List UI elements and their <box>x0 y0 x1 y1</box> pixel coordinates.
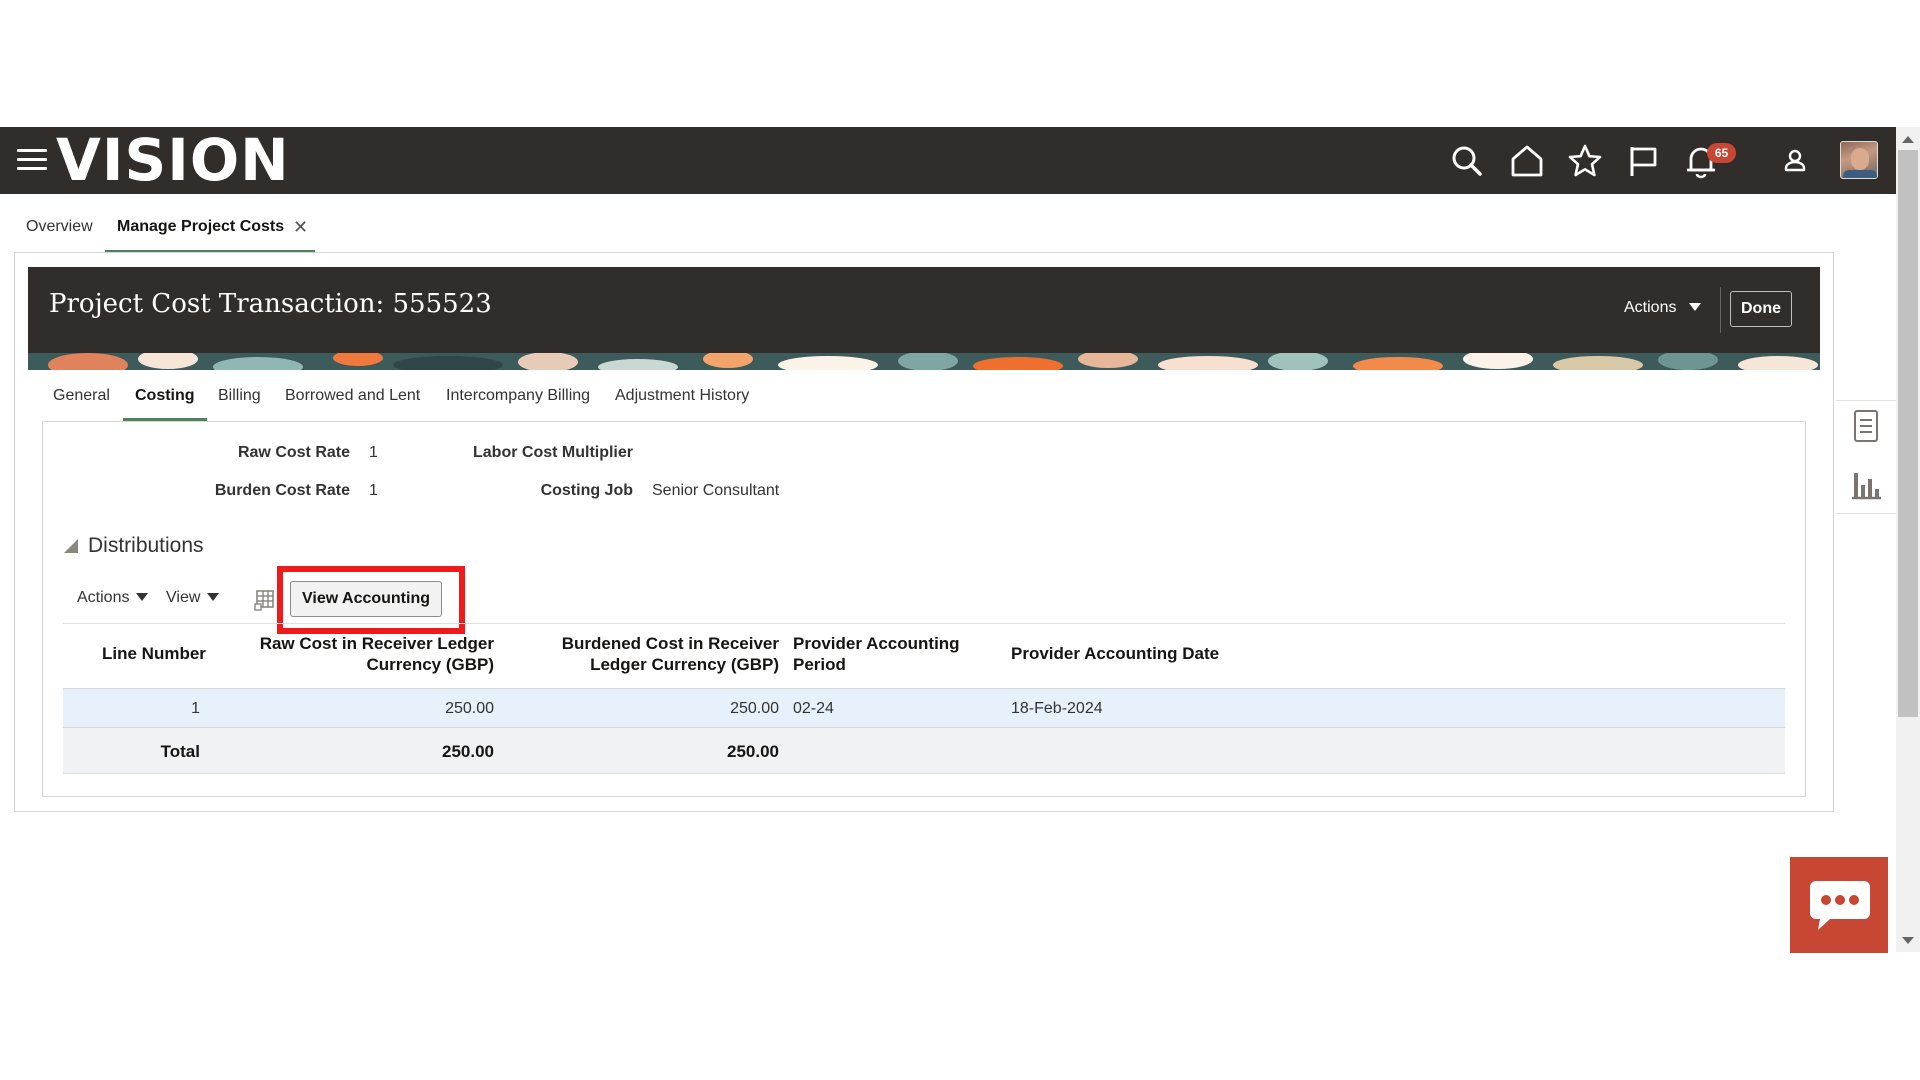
total-raw-cost: 250.00 <box>442 742 494 761</box>
costing-job-label: Costing Job <box>540 482 633 499</box>
scroll-up-arrow-icon[interactable] <box>1902 136 1914 143</box>
col-header-raw-cost-line2: Currency (GBP) <box>366 655 494 674</box>
header-actions-menu[interactable]: Actions <box>1624 299 1701 317</box>
col-header-burdened-cost-line1: Burdened Cost in Receiver <box>561 634 779 653</box>
col-header-accounting-date[interactable]: Provider Accounting Date <box>1011 643 1219 664</box>
tab-borrowed-and-lent[interactable]: Borrowed and Lent <box>285 387 420 405</box>
scroll-down-arrow-icon[interactable] <box>1902 937 1914 944</box>
favorites-star-icon[interactable] <box>1567 143 1603 179</box>
header-actions-label: Actions <box>1624 299 1677 316</box>
col-header-accounting-period[interactable]: Provider Accounting Period <box>793 633 960 675</box>
view-accounting-button[interactable]: View Accounting <box>290 581 442 617</box>
collapse-toggle-icon[interactable] <box>64 539 78 553</box>
col-header-accounting-period-line1: Provider Accounting <box>793 634 960 653</box>
raw-cost-rate-label: Raw Cost Rate <box>237 444 350 461</box>
raw-cost-rate-value: 1 <box>369 444 378 461</box>
bar-chart-icon[interactable] <box>1850 467 1882 501</box>
col-header-raw-cost[interactable]: Raw Cost in Receiver Ledger Currency (GB… <box>224 633 494 675</box>
notification-count-badge: 65 <box>1707 143 1736 163</box>
costing-job-value: Senior Consultant <box>652 482 780 499</box>
cell-burdened-cost: 250.00 <box>730 700 779 717</box>
avatar[interactable] <box>1840 141 1878 179</box>
header-divider <box>1720 287 1721 333</box>
home-icon[interactable] <box>1509 143 1545 179</box>
cell-raw-cost: 250.00 <box>445 700 494 717</box>
close-tab-icon[interactable]: ✕ <box>293 217 308 238</box>
tab-general[interactable]: General <box>53 387 110 405</box>
app-logo[interactable]: VISION <box>56 131 290 189</box>
user-icon[interactable] <box>1777 143 1813 179</box>
burden-cost-rate-value: 1 <box>369 482 378 499</box>
cell-accounting-date: 18-Feb-2024 <box>1011 700 1103 717</box>
chat-icon <box>1810 881 1870 930</box>
col-header-burdened-cost-line2: Ledger Currency (GBP) <box>590 655 779 674</box>
distributions-actions-menu[interactable]: Actions <box>77 589 149 607</box>
cell-accounting-period: 02-24 <box>793 700 834 717</box>
search-icon[interactable] <box>1449 143 1485 179</box>
table-divider <box>63 623 1785 624</box>
distributions-section-title: Distributions <box>88 534 204 557</box>
decorative-banner <box>28 353 1820 370</box>
cell-line-number: 1 <box>191 700 200 717</box>
menu-icon[interactable] <box>17 149 47 173</box>
chevron-down-icon <box>207 593 220 601</box>
tab-billing[interactable]: Billing <box>218 387 261 405</box>
table-grid-icon[interactable] <box>254 589 276 611</box>
page-title: Project Cost Transaction: 555523 <box>49 289 492 319</box>
table-total-row: Total 250.00 250.00 <box>63 728 1785 774</box>
distributions-view-label: View <box>166 589 201 606</box>
global-header: VISION 65 <box>0 127 1896 194</box>
col-header-burdened-cost[interactable]: Burdened Cost in Receiver Ledger Currenc… <box>514 633 779 675</box>
col-header-raw-cost-line1: Raw Cost in Receiver Ledger <box>259 634 494 653</box>
table-row[interactable]: 1 250.00 250.00 02-24 18-Feb-2024 <box>63 688 1785 728</box>
col-header-accounting-period-line2: Period <box>793 655 846 674</box>
chevron-down-icon <box>136 593 149 601</box>
tab-overview[interactable]: Overview <box>26 218 93 236</box>
scrollbar-thumb[interactable] <box>1898 150 1918 717</box>
col-header-line-number[interactable]: Line Number <box>102 643 206 664</box>
tab-adjustment-history[interactable]: Adjustment History <box>615 387 749 405</box>
labor-cost-multiplier-label: Labor Cost Multiplier <box>473 444 633 461</box>
distributions-view-menu[interactable]: View <box>166 589 220 607</box>
total-burdened-cost: 250.00 <box>727 742 779 761</box>
tab-costing[interactable]: Costing <box>135 387 195 405</box>
burden-cost-rate-label: Burden Cost Rate <box>214 482 350 499</box>
distributions-actions-label: Actions <box>77 589 130 606</box>
tab-manage-project-costs[interactable]: Manage Project Costs <box>117 218 284 236</box>
done-button[interactable]: Done <box>1730 291 1792 327</box>
document-icon[interactable] <box>1850 409 1882 443</box>
flag-icon[interactable] <box>1625 143 1661 179</box>
total-label: Total <box>160 742 200 761</box>
chevron-down-icon <box>1688 303 1701 311</box>
tab-intercompany-billing[interactable]: Intercompany Billing <box>446 387 590 405</box>
chat-button[interactable] <box>1790 857 1888 953</box>
page-header: Project Cost Transaction: 555523 Actions… <box>28 267 1820 370</box>
